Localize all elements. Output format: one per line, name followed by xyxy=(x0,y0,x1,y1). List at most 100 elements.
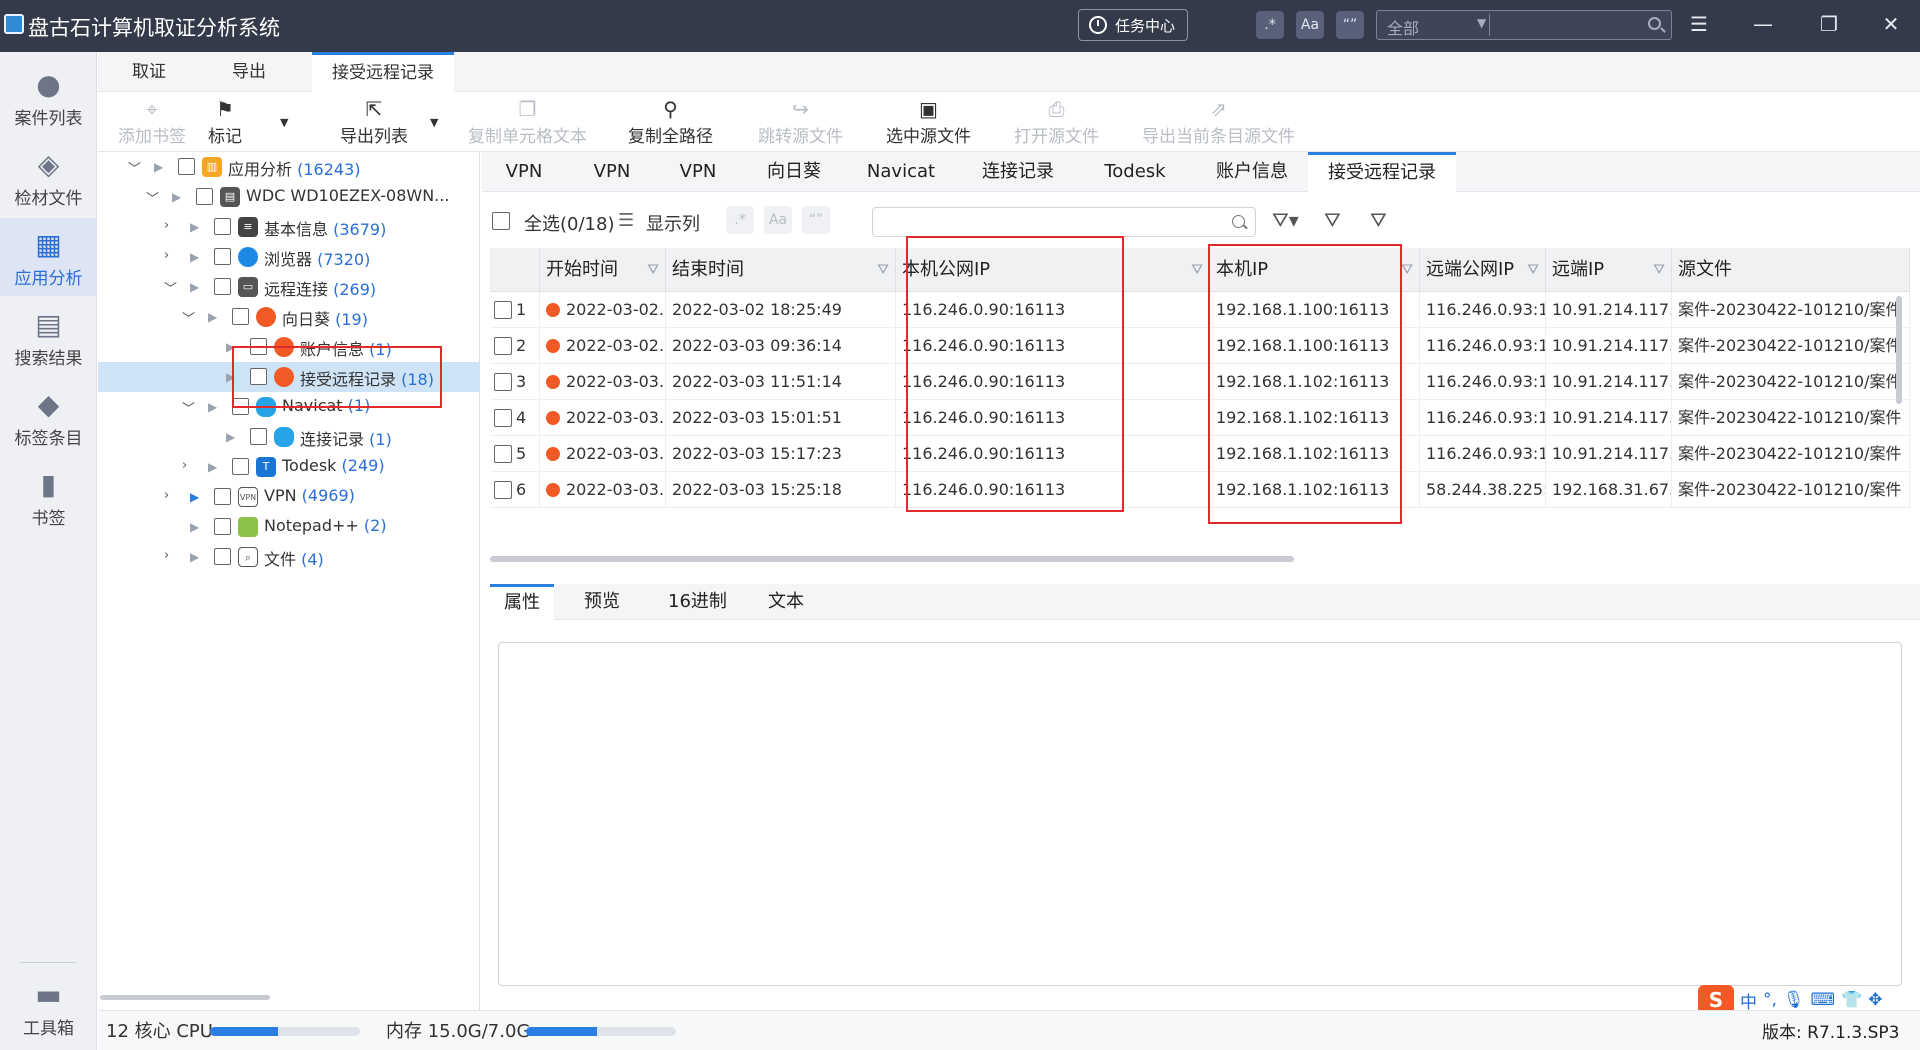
table-row[interactable]: 2 2022-03-02... 2022-03-03 09:36:14 116.246… xyxy=(490,328,1910,364)
tree-checkbox[interactable] xyxy=(214,218,231,235)
tab-connection-records[interactable]: 连接记录 xyxy=(958,152,1078,192)
restore-button[interactable]: ❐ xyxy=(1814,12,1844,36)
tree-node-todesk[interactable]: › ▶ T Todesk (249) xyxy=(98,452,480,482)
header-start-time[interactable]: 开始时间 ⛛ xyxy=(540,248,666,292)
tree-checkbox[interactable] xyxy=(214,518,231,535)
chevron-down-icon[interactable]: ﹀ xyxy=(182,308,195,327)
nav-app-analysis[interactable]: ▦ 应用分析 xyxy=(0,218,97,296)
tab-vpn-2[interactable]: VPN xyxy=(570,152,654,192)
tree-checkbox[interactable] xyxy=(214,488,231,505)
chevron-right-icon[interactable]: › xyxy=(164,248,169,263)
table-vertical-scrollbar[interactable] xyxy=(1896,296,1902,404)
tree-checkbox[interactable] xyxy=(214,248,231,265)
tree-checkbox[interactable] xyxy=(214,548,231,565)
tree-checkbox[interactable] xyxy=(196,188,213,205)
chevron-down-icon[interactable]: ﹀ xyxy=(128,158,141,177)
table-row[interactable]: 6 2022-03-03... 2022-03-03 15:25:18 116.246… xyxy=(490,472,1910,508)
filter-clear-icon[interactable]: ⛛ xyxy=(1370,208,1387,232)
tab-account-info[interactable]: 账户信息 xyxy=(1192,152,1312,192)
tree-node-sunlogin[interactable]: ﹀ ▶ 向日葵 (19) xyxy=(98,302,480,332)
menu-icon[interactable]: ☰ xyxy=(1684,12,1714,36)
cell-index[interactable]: 4 xyxy=(490,400,540,436)
row-checkbox[interactable] xyxy=(494,481,512,499)
row-checkbox[interactable] xyxy=(494,301,512,319)
ime-lang[interactable]: 中 xyxy=(1740,988,1757,1013)
tab-preview[interactable]: 预览 xyxy=(570,584,634,620)
open-source-file-button[interactable]: ⎙ 打开源文件 xyxy=(1014,96,1099,147)
match-case-toggle-button[interactable]: Aa xyxy=(1296,11,1324,39)
tab-navicat[interactable]: Navicat xyxy=(846,152,956,192)
select-all-checkbox[interactable] xyxy=(492,212,510,230)
tree-node-app-analysis[interactable]: ﹀ ▶ ▥ 应用分析 (16243) xyxy=(98,152,480,182)
grid-search-input[interactable] xyxy=(872,207,1256,237)
select-source-file-button[interactable]: ▣ 选中源文件 xyxy=(886,96,971,147)
header-remote-public-ip[interactable]: 远端公网IP ⛛ xyxy=(1420,248,1546,292)
tree-checkbox[interactable] xyxy=(232,458,249,475)
row-checkbox[interactable] xyxy=(494,445,512,463)
tree-checkbox[interactable] xyxy=(178,158,195,175)
table-row[interactable]: 1 2022-03-02... 2022-03-02 18:25:49 116.246… xyxy=(490,292,1910,328)
ime-punct[interactable]: °, xyxy=(1763,990,1777,1010)
filter-dropdown-icon[interactable]: ⛛▾ xyxy=(1272,208,1299,232)
tab-remote-records[interactable]: 接受远程记录 xyxy=(312,52,454,92)
tab-export[interactable]: 导出 xyxy=(212,52,286,92)
microphone-icon[interactable]: 🎙 xyxy=(1783,990,1805,1010)
search-scope-select[interactable]: 全部 xyxy=(1387,15,1419,39)
chevron-down-icon[interactable]: ﹀ xyxy=(164,278,177,297)
chevron-right-icon[interactable]: › xyxy=(164,488,169,503)
tab-hex[interactable]: 16进制 xyxy=(654,584,741,620)
tree-node-browser[interactable]: › ▶ 浏览器 (7320) xyxy=(98,242,480,272)
tree-horizontal-scrollbar[interactable] xyxy=(100,995,270,1000)
tab-properties[interactable]: 属性 xyxy=(490,584,554,620)
show-columns-button[interactable]: 显示列 xyxy=(646,210,700,236)
minimize-button[interactable]: — xyxy=(1748,12,1778,36)
close-button[interactable]: ✕ xyxy=(1876,12,1906,36)
tab-accept-remote-records[interactable]: 接受远程记录 xyxy=(1308,152,1456,192)
tree-node-connection-records[interactable]: ▶ 连接记录 (1) xyxy=(98,422,480,452)
filter-icon[interactable]: ⛛ xyxy=(1527,248,1539,292)
table-row[interactable]: 3 2022-03-03... 2022-03-03 11:51:14 116.246… xyxy=(490,364,1910,400)
tree-node-basic-info[interactable]: › ▶ ≡ 基本信息 (3679) xyxy=(98,212,480,242)
tree-node-disk[interactable]: ﹀ ▶ ▤ WDC WD10EZEX-08WN... xyxy=(98,182,480,212)
export-entry-source-button[interactable]: ⇗ 导出当前条目源文件 xyxy=(1142,96,1295,147)
whole-word-toggle-button[interactable]: “” xyxy=(802,206,830,234)
filter-icon[interactable]: ⛛ xyxy=(647,248,659,292)
header-end-time[interactable]: 结束时间 ⛛ xyxy=(666,248,896,292)
tab-vpn-1[interactable]: VPN xyxy=(482,152,566,192)
row-checkbox[interactable] xyxy=(494,373,512,391)
whole-word-toggle-button[interactable]: “” xyxy=(1336,11,1364,39)
table-row[interactable]: 5 2022-03-03... 2022-03-03 15:17:23 116.246… xyxy=(490,436,1910,472)
cell-index[interactable]: 1 xyxy=(490,292,540,328)
filter-icon[interactable]: ⛛ xyxy=(877,248,889,292)
chevron-right-icon[interactable]: › xyxy=(182,458,187,473)
tree-checkbox[interactable] xyxy=(214,278,231,295)
table-horizontal-scrollbar[interactable] xyxy=(490,556,1294,562)
nav-case-list[interactable]: ● 案件列表 xyxy=(0,58,97,136)
nav-tagged-items[interactable]: ◆ 标签条目 xyxy=(0,378,97,456)
chevron-down-icon[interactable]: ﹀ xyxy=(182,398,195,417)
chevron-right-icon[interactable]: › xyxy=(164,218,169,233)
cell-index[interactable]: 6 xyxy=(490,472,540,508)
tree-checkbox[interactable] xyxy=(232,308,249,325)
jump-source-file-button[interactable]: ↪ 跳转源文件 xyxy=(758,96,843,147)
apps-icon[interactable]: ✥ xyxy=(1868,990,1882,1010)
search-icon[interactable] xyxy=(1648,17,1661,30)
row-checkbox[interactable] xyxy=(494,409,512,427)
keyboard-icon[interactable]: ⌨ xyxy=(1811,990,1836,1010)
tree-node-vpn[interactable]: › ▶ VPN VPN (4969) xyxy=(98,482,480,512)
chevron-right-icon[interactable]: › xyxy=(164,548,169,563)
chevron-down-icon[interactable]: ▼ xyxy=(1477,16,1486,30)
tab-todesk[interactable]: Todesk xyxy=(1080,152,1190,192)
filter-icon[interactable]: ⛛ xyxy=(1401,248,1413,292)
mark-button[interactable]: ⚑ 标记 xyxy=(208,96,242,147)
task-center-button[interactable]: 任务中心 xyxy=(1078,9,1188,41)
filter-edit-icon[interactable]: ⛛ xyxy=(1324,208,1341,232)
search-icon[interactable] xyxy=(1232,215,1245,228)
tab-sunlogin[interactable]: 向日葵 xyxy=(744,152,844,192)
global-search-box[interactable]: 全部 ▼ xyxy=(1376,10,1672,40)
cell-index[interactable]: 5 xyxy=(490,436,540,472)
cell-index[interactable]: 3 xyxy=(490,364,540,400)
nav-evidence-files[interactable]: ◈ 检材文件 xyxy=(0,138,97,216)
nav-toolbox[interactable]: ▬ 工具箱 xyxy=(0,968,97,1046)
select-all-label[interactable]: 全选(0/18) xyxy=(524,210,614,236)
